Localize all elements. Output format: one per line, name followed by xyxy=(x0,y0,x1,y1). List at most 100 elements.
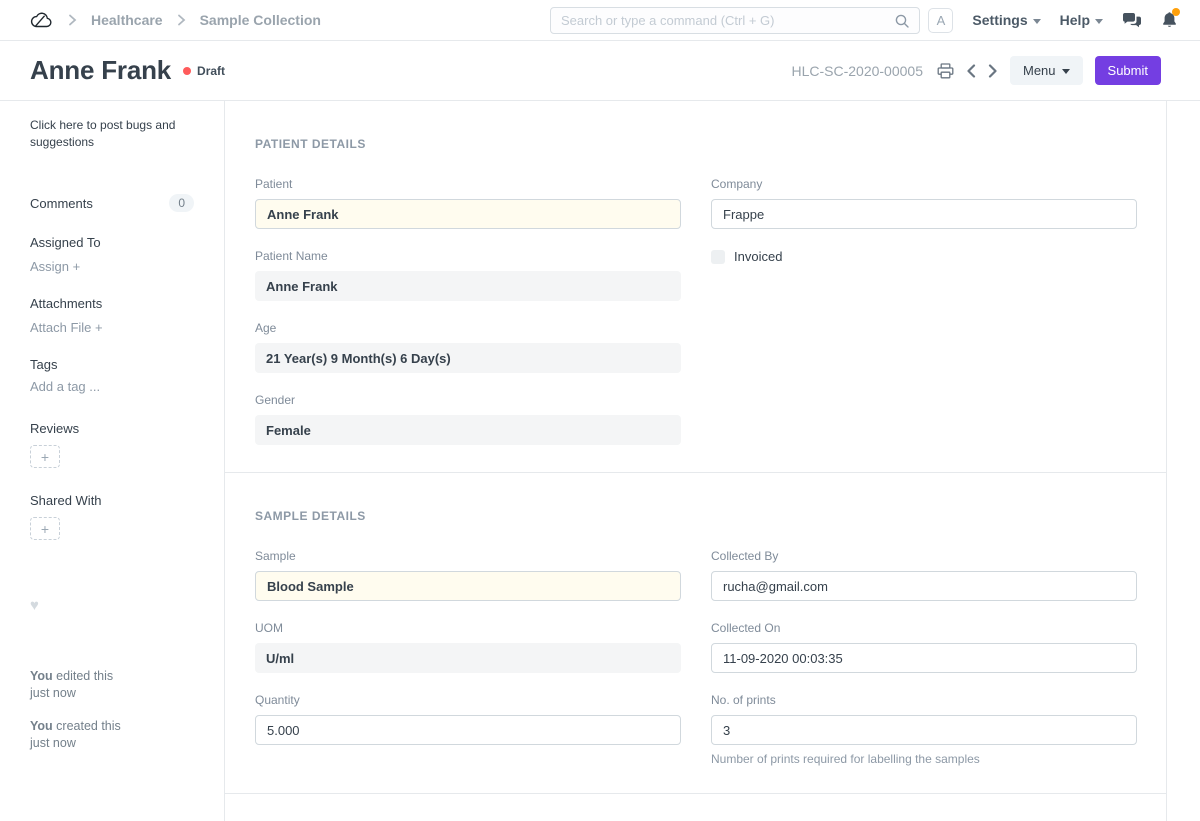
chevron-down-icon xyxy=(1062,69,1070,74)
age-value: 21 Year(s) 9 Month(s) 6 Day(s) xyxy=(255,343,681,373)
settings-label: Settings xyxy=(972,12,1027,28)
menu-button[interactable]: Menu xyxy=(1010,56,1083,85)
field-label: Sample xyxy=(255,549,681,563)
field-label: Quantity xyxy=(255,693,681,707)
section-patient-details: PATIENT DETAILS Patient Patient Name Ann… xyxy=(225,101,1166,472)
print-icon[interactable] xyxy=(937,63,954,79)
breadcrumb-healthcare[interactable]: Healthcare xyxy=(91,12,163,28)
user-avatar[interactable]: A xyxy=(928,8,953,33)
field-label: Gender xyxy=(255,393,681,407)
form-body: PATIENT DETAILS Patient Patient Name Ann… xyxy=(225,101,1167,821)
page-head: Anne Frank Draft HLC-SC-2020-00005 xyxy=(0,41,1200,101)
history-time: just now xyxy=(30,736,76,750)
tags-label: Tags xyxy=(30,357,194,372)
field-no-of-prints: No. of prints Number of prints required … xyxy=(711,693,1137,766)
history-actor: You xyxy=(30,669,53,683)
add-tag-input[interactable]: Add a tag ... xyxy=(30,379,194,394)
add-review-button[interactable]: + xyxy=(30,445,60,468)
notification-badge xyxy=(1172,8,1180,16)
quantity-input[interactable] xyxy=(255,715,681,745)
share-button[interactable]: + xyxy=(30,517,60,540)
global-search-input[interactable] xyxy=(561,13,895,28)
history-action: created this xyxy=(56,719,121,733)
help-menu[interactable]: Help xyxy=(1060,12,1103,28)
breadcrumb-chevron-icon xyxy=(177,14,186,26)
notifications-bell-icon[interactable] xyxy=(1161,11,1178,29)
document-id: HLC-SC-2020-00005 xyxy=(791,63,923,79)
uom-value: U/ml xyxy=(255,643,681,673)
field-label: Collected On xyxy=(711,621,1137,635)
post-bugs-link[interactable]: Click here to post bugs and suggestions xyxy=(30,117,194,151)
field-patient: Patient xyxy=(255,177,681,229)
attach-file-button[interactable]: Attach File + xyxy=(30,320,194,335)
invoiced-label: Invoiced xyxy=(734,249,782,264)
history-time: just now xyxy=(30,686,76,700)
section-sample-details: SAMPLE DETAILS Sample UOM U/ml Quantity xyxy=(225,472,1166,793)
gender-value: Female xyxy=(255,415,681,445)
chevron-down-icon xyxy=(1095,19,1103,24)
form-sidebar: Click here to post bugs and suggestions … xyxy=(0,101,225,821)
patient-name-value: Anne Frank xyxy=(255,271,681,301)
attachments-label: Attachments xyxy=(30,296,194,311)
field-collected-by: Collected By xyxy=(711,549,1137,601)
collected-on-input[interactable] xyxy=(711,643,1137,673)
section-heading: PATIENT DETAILS xyxy=(255,137,1136,151)
global-search xyxy=(550,7,920,34)
status-indicator: Draft xyxy=(183,64,225,78)
field-sample: Sample xyxy=(255,549,681,601)
history-action: edited this xyxy=(56,669,113,683)
right-margin xyxy=(1167,101,1200,821)
app-logo-cloud-icon[interactable] xyxy=(30,10,54,30)
breadcrumb-sample-collection[interactable]: Sample Collection xyxy=(200,12,321,28)
field-quantity: Quantity xyxy=(255,693,681,745)
field-description: Number of prints required for labelling … xyxy=(711,752,1137,766)
help-label: Help xyxy=(1060,12,1090,28)
company-input[interactable] xyxy=(711,199,1137,229)
sample-input[interactable] xyxy=(255,571,681,601)
submit-button[interactable]: Submit xyxy=(1095,56,1161,85)
collected-by-input[interactable] xyxy=(711,571,1137,601)
previous-document-icon[interactable] xyxy=(966,64,976,78)
shared-with-label: Shared With xyxy=(30,493,194,508)
field-label: Company xyxy=(711,177,1137,191)
status-badge: Draft xyxy=(197,64,225,78)
assign-button[interactable]: Assign + xyxy=(30,259,194,274)
history-actor: You xyxy=(30,719,53,733)
no-of-prints-input[interactable] xyxy=(711,715,1137,745)
reviews-label: Reviews xyxy=(30,421,194,436)
field-company: Company xyxy=(711,177,1137,229)
invoiced-checkbox[interactable] xyxy=(711,250,725,264)
menu-button-label: Menu xyxy=(1023,63,1056,78)
chat-icon[interactable] xyxy=(1122,12,1142,29)
draft-dot-icon xyxy=(183,67,191,75)
settings-menu[interactable]: Settings xyxy=(972,12,1040,28)
field-uom: UOM U/ml xyxy=(255,621,681,673)
field-label: Patient xyxy=(255,177,681,191)
field-age: Age 21 Year(s) 9 Month(s) 6 Day(s) xyxy=(255,321,681,373)
history-created: You created this just now xyxy=(30,718,194,752)
like-heart-icon[interactable]: ♥ xyxy=(30,597,194,614)
next-document-icon[interactable] xyxy=(988,64,998,78)
field-label: UOM xyxy=(255,621,681,635)
field-collected-on: Collected On xyxy=(711,621,1137,673)
history-edited: You edited this just now xyxy=(30,668,194,702)
page-title: Anne Frank xyxy=(30,55,171,86)
comments-label: Comments xyxy=(30,196,93,211)
sample-collection-page: Healthcare Sample Collection A Settings … xyxy=(0,0,1200,821)
field-label: No. of prints xyxy=(711,693,1137,707)
breadcrumb-chevron-icon xyxy=(68,14,77,26)
field-label: Collected By xyxy=(711,549,1137,563)
patient-input[interactable] xyxy=(255,199,681,229)
field-label: Age xyxy=(255,321,681,335)
search-icon xyxy=(895,14,909,28)
section-collection-details: Collection Details xyxy=(225,793,1166,821)
field-label: Patient Name xyxy=(255,249,681,263)
navbar: Healthcare Sample Collection A Settings … xyxy=(0,0,1200,41)
assigned-to-label: Assigned To xyxy=(30,235,194,250)
comments-count-badge: 0 xyxy=(169,194,194,212)
field-gender: Gender Female xyxy=(255,393,681,445)
field-invoiced: Invoiced xyxy=(711,249,1137,264)
chevron-down-icon xyxy=(1033,19,1041,24)
section-heading: SAMPLE DETAILS xyxy=(255,509,1136,523)
field-patient-name: Patient Name Anne Frank xyxy=(255,249,681,301)
